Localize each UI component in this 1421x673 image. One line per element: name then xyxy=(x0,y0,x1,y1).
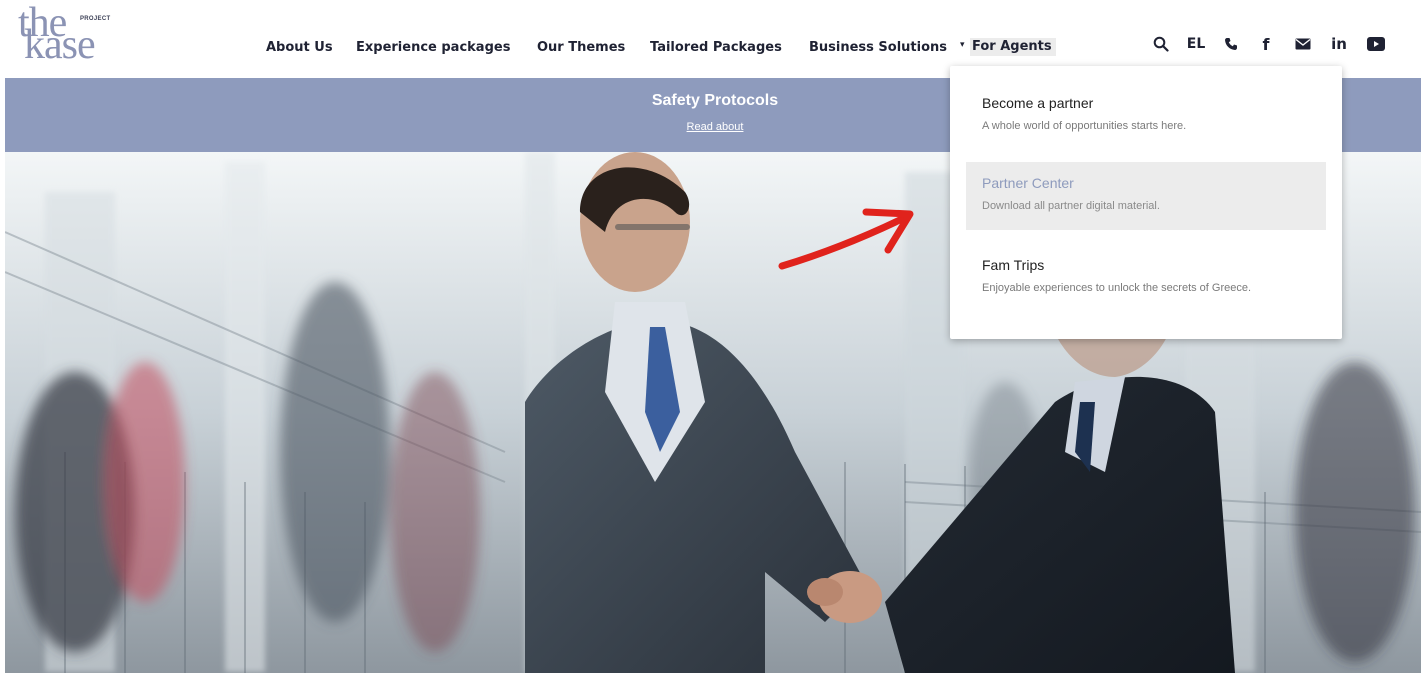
site-logo[interactable]: the PROJECT kase xyxy=(16,2,136,68)
nav-experience-packages[interactable]: Experience packages xyxy=(356,40,510,55)
annotation-arrow-icon xyxy=(778,208,914,270)
youtube-icon[interactable] xyxy=(1364,32,1388,56)
dropdown-item-subtitle: A whole world of opportunities starts he… xyxy=(982,120,1187,132)
mail-icon[interactable] xyxy=(1291,32,1315,56)
nav-our-themes[interactable]: Our Themes xyxy=(537,40,625,55)
nav-tailored-packages[interactable]: Tailored Packages xyxy=(650,40,782,55)
logo-kase: kase xyxy=(24,22,96,68)
nav-for-agents[interactable]: For Agents xyxy=(970,38,1056,56)
dropdown-item-title: Fam Trips xyxy=(982,257,1045,273)
dropdown-item-become-partner[interactable]: Become a partner A whole world of opport… xyxy=(966,82,1326,150)
dropdown-item-title: Become a partner xyxy=(982,95,1094,111)
nav-business-solutions[interactable]: Business Solutions xyxy=(809,40,947,55)
linkedin-icon[interactable]: in xyxy=(1326,32,1352,56)
language-switch[interactable]: EL xyxy=(1184,32,1208,56)
facebook-icon[interactable]: f xyxy=(1256,32,1276,56)
dropdown-item-partner-center[interactable]: Partner Center Download all partner digi… xyxy=(966,162,1326,230)
dropdown-item-title: Partner Center xyxy=(982,175,1074,191)
dropdown-item-subtitle: Enjoyable experiences to unlock the secr… xyxy=(982,282,1252,294)
dropdown-item-fam-trips[interactable]: Fam Trips Enjoyable experiences to unloc… xyxy=(966,244,1326,312)
for-agents-dropdown: Become a partner A whole world of opport… xyxy=(950,66,1342,339)
dropdown-item-subtitle: Download all partner digital material. xyxy=(982,200,1160,212)
search-icon[interactable] xyxy=(1150,32,1172,56)
nav-about-us[interactable]: About Us xyxy=(266,40,333,55)
chevron-down-icon[interactable]: ▾ xyxy=(960,39,965,50)
phone-icon[interactable] xyxy=(1220,32,1242,56)
